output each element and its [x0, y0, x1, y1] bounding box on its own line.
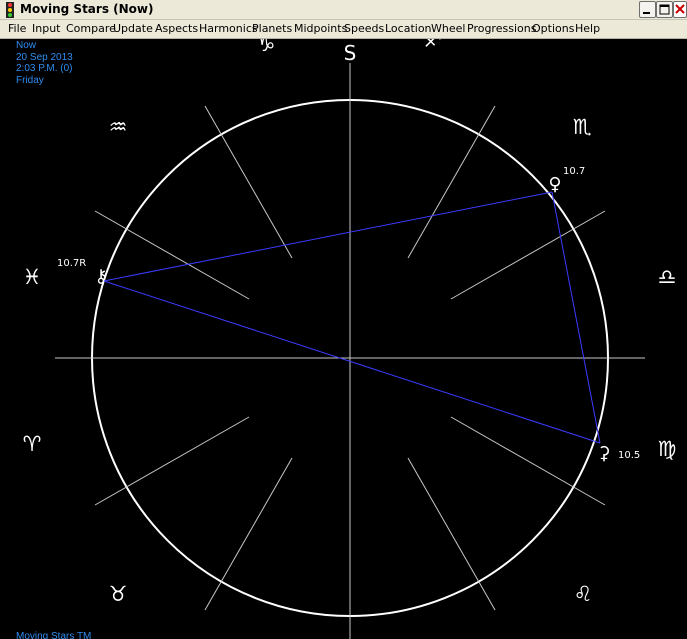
menu-midpoints[interactable]: Midpoints	[294, 22, 347, 35]
libra-icon: ♎	[658, 265, 677, 289]
venus-degree-label: 10.7	[563, 166, 585, 177]
aspect-line-venus-ceres	[551, 191, 601, 444]
ceres-degree-label: 10.5	[618, 450, 640, 461]
chiron-degree-label: 10.7R	[57, 258, 86, 269]
aquarius-icon: ♒	[109, 115, 128, 139]
spoke	[450, 416, 606, 506]
chart-canvas[interactable]: Now 20 Sep 2013 2:03 P.M. (0) Friday S ♑…	[0, 39, 687, 639]
chart-wheel: S ♑ ♐ ♒ ♏ ♓ ♎ ♈ ♍ ♉ ♌ ♀ ⚷ ⚳ 10.7 10.7R 1…	[23, 39, 677, 639]
menu-input[interactable]: Input	[32, 22, 60, 35]
venus-icon[interactable]: ♀	[548, 174, 561, 195]
aspect-lines	[103, 191, 601, 444]
menu-progressions[interactable]: Progressions	[467, 22, 536, 35]
footer-trademark: Moving Stars TM	[16, 631, 92, 639]
menu-update[interactable]: Update	[113, 22, 153, 35]
spoke	[204, 457, 293, 611]
aspect-line-chiron-ceres	[103, 280, 601, 444]
menu-speeds[interactable]: Speeds	[344, 22, 384, 35]
minimize-button[interactable]	[639, 1, 656, 18]
menu-options[interactable]: Options	[532, 22, 574, 35]
maximize-icon	[659, 4, 670, 15]
aries-icon: ♈	[23, 432, 42, 456]
spoke	[407, 457, 496, 611]
spoke	[407, 105, 496, 259]
menu-compare[interactable]: Compare	[66, 22, 116, 35]
scorpio-icon: ♏	[573, 115, 592, 139]
spoke	[204, 105, 293, 259]
menu-help[interactable]: Help	[575, 22, 600, 35]
south-marker: S	[344, 41, 357, 65]
chiron-icon[interactable]: ⚷	[94, 266, 107, 287]
menu-harmonics[interactable]: Harmonics	[199, 22, 258, 35]
sagittarius-icon: ♐	[424, 39, 443, 52]
aspect-line-chiron-venus	[103, 191, 553, 282]
leo-icon: ♌	[574, 582, 593, 606]
minimize-icon	[643, 12, 650, 14]
menu-aspects[interactable]: Aspects	[155, 22, 198, 35]
title-bar: Moving Stars (Now)	[0, 0, 687, 20]
menu-file[interactable]: File	[8, 22, 26, 35]
close-icon	[675, 4, 685, 14]
ceres-icon[interactable]: ⚳	[597, 443, 610, 464]
menu-planets[interactable]: Planets	[252, 22, 292, 35]
window-title: Moving Stars (Now)	[20, 2, 154, 16]
close-button[interactable]	[673, 1, 687, 18]
spoke	[94, 416, 250, 506]
menu-wheel[interactable]: Wheel	[431, 22, 465, 35]
taurus-icon: ♉	[109, 582, 128, 606]
traffic-light-icon	[6, 2, 14, 18]
menu-bar: File Input Compare Update Aspects Harmon…	[0, 20, 687, 39]
maximize-button[interactable]	[656, 1, 673, 18]
spoke	[450, 210, 606, 300]
pisces-icon: ♓	[23, 265, 42, 289]
menu-location[interactable]: Location	[385, 22, 432, 35]
virgo-icon: ♍	[658, 437, 677, 461]
capricorn-icon: ♑	[257, 39, 276, 56]
